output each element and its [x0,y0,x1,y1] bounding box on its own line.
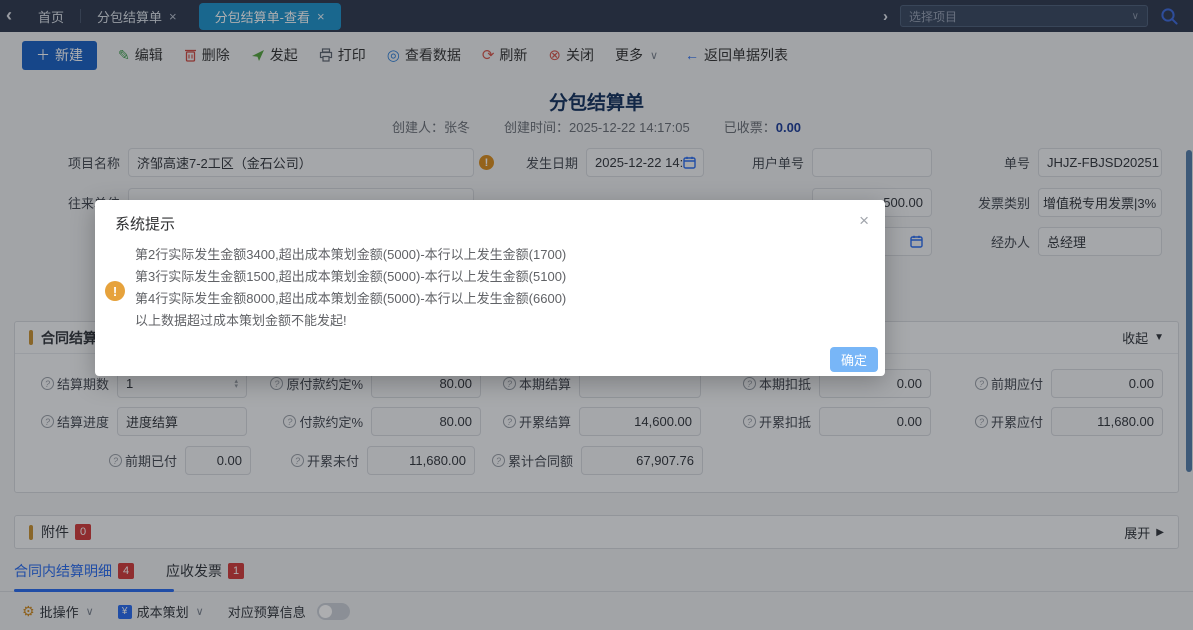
dialog-message-line: 第3行实际发生金额1500,超出成本策划金额(5000)-本行以上发生金额(51… [135,266,566,285]
dialog-message-line: 以上数据超过成本策划金额不能发起! [135,310,347,329]
app-window: ‹ 首页 分包结算单 × 分包结算单-查看 × › 选择项目 ∨ ＋ 新建 [0,0,1193,630]
dialog-title: 系统提示 [115,213,175,234]
warning-icon: ! [105,281,125,301]
dialog-message-line: 第4行实际发生金额8000,超出成本策划金额(5000)-本行以上发生金额(66… [135,288,566,307]
system-prompt-dialog: 系统提示 × ! 第2行实际发生金额3400,超出成本策划金额(5000)-本行… [95,200,885,376]
confirm-button[interactable]: 确定 [830,347,878,372]
dialog-message-line: 第2行实际发生金额3400,超出成本策划金额(5000)-本行以上发生金额(17… [135,244,566,263]
dialog-close-icon[interactable]: × [859,211,869,231]
